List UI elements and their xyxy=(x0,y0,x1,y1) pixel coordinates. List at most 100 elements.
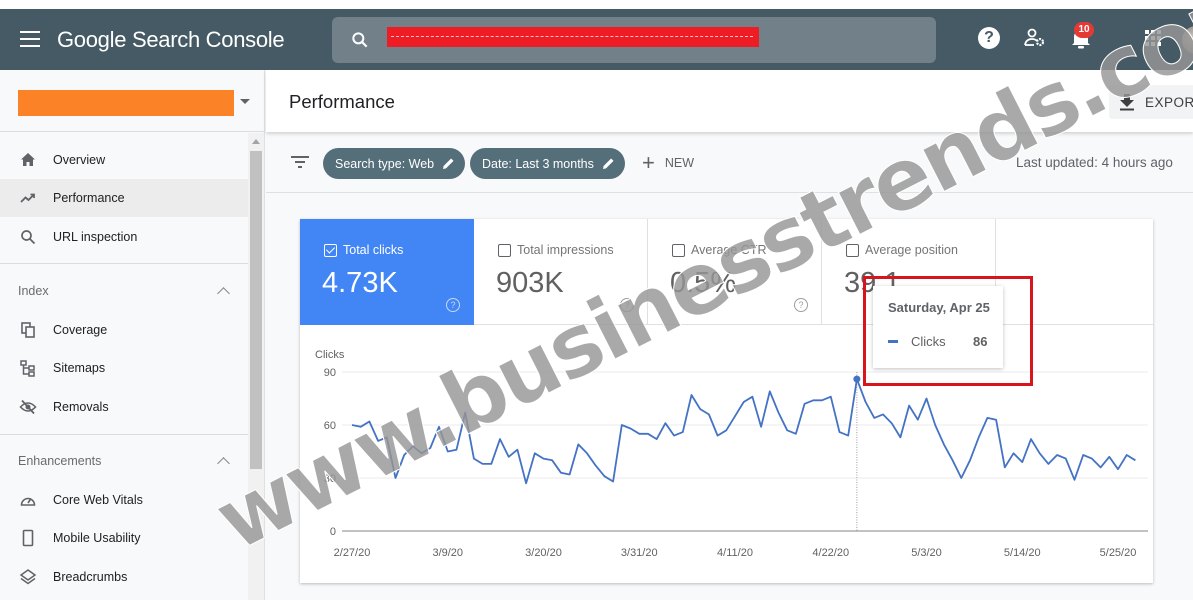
chevron-up-icon[interactable] xyxy=(217,287,230,300)
sidebar-item-coverage[interactable]: Coverage xyxy=(0,311,248,349)
logo-google: Google xyxy=(57,27,127,52)
data-point xyxy=(853,375,861,383)
filter-icon[interactable] xyxy=(290,155,310,169)
app-bar: Google Search Console ? 10 xyxy=(0,9,1193,70)
sidebar-item-label: Coverage xyxy=(53,323,108,337)
chip-label: Search type: Web xyxy=(335,156,435,171)
sidebar-item-overview[interactable]: Overview xyxy=(0,141,248,179)
notification-badge: 10 xyxy=(1074,22,1094,38)
metric-total-clicks[interactable]: Total clicks 4.73K ? xyxy=(300,219,474,325)
search-input[interactable] xyxy=(332,17,936,63)
filter-bar: Search type: Web Date: Last 3 months + N… xyxy=(266,135,1193,193)
series-line-clicks xyxy=(351,378,1136,485)
new-filter-label: NEW xyxy=(664,156,695,170)
sidebar-divider xyxy=(0,434,248,435)
sidebar: Overview Performance URL inspection Inde… xyxy=(0,70,265,600)
clicks-line-chart[interactable]: Clicks 0 30 60 90 2/27/20 3/9/20 3/20/20 3/31/20… xyxy=(300,325,1153,583)
metric-value: 903K xyxy=(496,267,564,299)
metric-value: 4.73K xyxy=(322,267,398,299)
metric-label: Average position xyxy=(865,243,958,257)
help-circle-icon[interactable]: ? xyxy=(794,298,808,312)
section-label-index: Index xyxy=(18,284,49,298)
app-logo[interactable]: Google Search Console xyxy=(57,27,285,53)
property-name-redaction xyxy=(18,90,234,116)
tooltip-series-swatch xyxy=(888,340,898,343)
edit-pencil-icon xyxy=(443,158,454,169)
home-icon xyxy=(21,153,35,166)
performance-card: Total clicks 4.73K ? Total impressions 9… xyxy=(300,219,1153,583)
sidebar-item-label: Sitemaps xyxy=(53,361,106,375)
edit-pencil-icon xyxy=(602,158,614,169)
sidebar-item-core-web-vitals[interactable]: Core Web Vitals xyxy=(0,481,248,519)
x-tick-label: 4/22/20 xyxy=(812,547,849,559)
metric-label: Total impressions xyxy=(517,243,614,257)
tooltip-value: 86 xyxy=(973,334,988,349)
property-selector[interactable] xyxy=(0,70,265,132)
help-icon[interactable]: ? xyxy=(976,25,1002,51)
scroll-up-arrow-icon[interactable] xyxy=(252,139,260,144)
chart-tooltip: Saturday, Apr 25 Clicks 86 xyxy=(873,286,1003,368)
checkbox[interactable] xyxy=(846,243,859,257)
export-button[interactable]: EXPORT xyxy=(1109,85,1193,119)
y-axis-title: Clicks xyxy=(315,349,345,361)
x-tick-label: 3/31/20 xyxy=(621,547,658,559)
new-filter-button[interactable]: + NEW xyxy=(642,151,694,175)
search-icon xyxy=(352,32,368,48)
admin-settings-icon[interactable] xyxy=(1022,25,1048,51)
scrollbar-thumb[interactable] xyxy=(250,151,262,469)
tooltip-date: Saturday, Apr 25 xyxy=(888,300,990,315)
metric-label: Total clicks xyxy=(343,243,404,257)
y-tick-label: 90 xyxy=(324,367,336,379)
speedometer-icon xyxy=(20,497,36,506)
chip-label: Date: Last 3 months xyxy=(482,156,594,171)
checkbox[interactable] xyxy=(498,243,511,257)
last-updated-text: Last updated: 4 hours ago xyxy=(1016,155,1173,170)
search-value-redaction xyxy=(387,27,759,47)
apps-grid-icon[interactable] xyxy=(1140,25,1166,51)
metric-value: 0.5% xyxy=(670,267,737,299)
help-circle-icon[interactable]: ? xyxy=(446,298,460,312)
visibility-off-icon xyxy=(19,399,37,415)
help-circle-icon[interactable]: ? xyxy=(620,298,634,312)
sidebar-item-label: URL inspection xyxy=(53,230,138,244)
filter-chip-search-type[interactable]: Search type: Web xyxy=(323,148,466,179)
metric-average-ctr[interactable]: Average CTR 0.5% ? xyxy=(648,219,822,325)
search-icon xyxy=(21,230,36,245)
sidebar-item-sitemaps[interactable]: Sitemaps xyxy=(0,349,248,387)
x-tick-label: 5/25/20 xyxy=(1100,547,1137,559)
sidebar-item-mobile-usability[interactable]: Mobile Usability xyxy=(0,519,248,557)
sidebar-item-label: Breadcrumbs xyxy=(53,570,128,584)
y-tick-label: 0 xyxy=(330,526,336,538)
x-tick-label: 2/27/20 xyxy=(334,547,371,559)
page-header: Performance EXPORT xyxy=(266,70,1193,132)
checkbox[interactable] xyxy=(672,243,685,257)
metric-label: Average CTR xyxy=(691,243,767,257)
plus-icon: + xyxy=(642,150,655,175)
x-tick-label: 5/3/20 xyxy=(911,547,942,559)
sidebar-item-breadcrumbs[interactable]: Breadcrumbs xyxy=(0,558,248,596)
sidebar-item-label: Core Web Vitals xyxy=(53,493,143,507)
checkbox-checked[interactable] xyxy=(324,243,337,257)
phone-icon xyxy=(22,529,34,547)
hamburger-menu-icon[interactable] xyxy=(20,31,40,47)
account-avatar[interactable] xyxy=(1182,26,1193,54)
download-icon xyxy=(1120,94,1134,111)
trending-up-icon xyxy=(20,193,35,203)
sidebar-item-url-inspection[interactable]: URL inspection xyxy=(0,218,248,256)
layers-icon xyxy=(19,569,37,585)
sidebar-item-removals[interactable]: Removals xyxy=(0,388,248,426)
x-tick-label: 3/20/20 xyxy=(525,547,562,559)
section-label-enhancements: Enhancements xyxy=(18,454,102,468)
sidebar-divider xyxy=(0,263,248,264)
sidebar-item-label: Overview xyxy=(53,153,106,167)
sidebar-item-performance[interactable]: Performance xyxy=(0,179,248,217)
chevron-up-icon[interactable] xyxy=(217,457,230,470)
logo-product: Search Console xyxy=(131,27,285,52)
sidebar-scrollbar[interactable] xyxy=(248,133,264,600)
filter-chip-date[interactable]: Date: Last 3 months xyxy=(470,148,625,179)
caret-down-icon[interactable] xyxy=(240,99,250,104)
metric-empty-slot xyxy=(996,219,1153,325)
coverage-icon xyxy=(21,322,35,338)
metric-total-impressions[interactable]: Total impressions 903K ? xyxy=(474,219,648,325)
export-label: EXPORT xyxy=(1145,94,1193,110)
